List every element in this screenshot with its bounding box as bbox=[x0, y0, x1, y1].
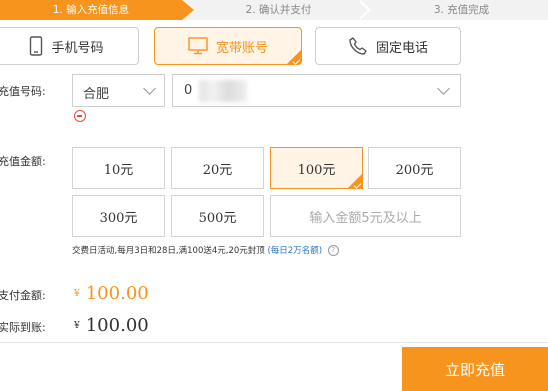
recharge-amount-label: 充值金额: bbox=[0, 155, 46, 168]
tab-fixed-label: 固定电话 bbox=[375, 40, 428, 56]
promo-text: 交费日活动,每月3日和28日,满100送4元,20元封顶 (每日2万名额) ? bbox=[72, 244, 339, 256]
amount-option-500[interactable]: 500元 bbox=[171, 195, 264, 237]
city-select[interactable]: 合肥 bbox=[72, 74, 165, 107]
step-complete: 3. 充值完成 bbox=[433, 4, 490, 16]
account-number-input[interactable]: 0 bbox=[172, 74, 461, 107]
amount-option-200[interactable]: 200元 bbox=[368, 147, 461, 189]
progress-steps: 1. 输入充值信息 2. 确认并支付 3. 充值完成 bbox=[0, 0, 548, 20]
account-value: 0 bbox=[184, 83, 193, 98]
actual-amount-value: ¥100.00 bbox=[74, 315, 149, 336]
chevron-down-icon bbox=[437, 82, 450, 95]
actual-amount-number: 100.00 bbox=[85, 315, 149, 336]
monitor-icon bbox=[188, 37, 208, 55]
blurred-account-digits bbox=[199, 80, 247, 102]
tab-broadband-label: 宽带账号 bbox=[215, 40, 268, 56]
promo-quota-link[interactable]: (每日2万名额) bbox=[267, 246, 322, 256]
amount-option-300[interactable]: 300元 bbox=[72, 195, 165, 237]
chevron-down-icon bbox=[143, 82, 156, 95]
amount-option-10[interactable]: 10元 bbox=[72, 147, 165, 189]
step-input-info: 1. 输入充值信息 bbox=[0, 0, 182, 20]
amount-option-20[interactable]: 20元 bbox=[171, 147, 264, 189]
pay-amount-label: 支付金额: bbox=[0, 289, 46, 302]
footer-divider bbox=[0, 342, 548, 343]
currency-symbol: ¥ bbox=[74, 288, 80, 299]
selected-corner-check-icon bbox=[287, 50, 301, 65]
mobile-phone-icon bbox=[29, 36, 43, 56]
recharge-number-label: 充值号码: bbox=[0, 85, 46, 98]
selected-corner-check-icon bbox=[348, 174, 362, 189]
tab-fixed-line[interactable]: 固定电话 bbox=[315, 27, 461, 65]
promo-description: 交费日活动,每月3日和28日,满100送4元,20元封顶 bbox=[72, 246, 265, 256]
tab-mobile-number[interactable]: 手机号码 bbox=[0, 27, 139, 65]
pay-amount-value: ¥100.00 bbox=[74, 283, 149, 304]
currency-symbol: ¥ bbox=[74, 320, 80, 331]
amount-option-100[interactable]: 100元 bbox=[270, 147, 363, 189]
help-icon[interactable]: ? bbox=[327, 245, 339, 256]
pay-amount-number: 100.00 bbox=[85, 283, 149, 304]
custom-amount-input[interactable]: 输入金额5元及以上 bbox=[270, 195, 461, 237]
telephone-icon bbox=[348, 36, 368, 56]
step-arrow bbox=[182, 0, 194, 20]
recharge-now-button[interactable]: 立即充值 bbox=[402, 347, 548, 391]
amount-option-100-label: 100元 bbox=[297, 162, 336, 178]
error-minus-icon bbox=[74, 110, 86, 122]
step-confirm-pay: 2. 确认并支付 bbox=[245, 4, 312, 16]
tab-mobile-label: 手机号码 bbox=[51, 40, 104, 56]
actual-amount-label: 实际到账: bbox=[0, 321, 46, 334]
city-value: 合肥 bbox=[83, 87, 110, 102]
tab-broadband-account[interactable]: 宽带账号 bbox=[154, 27, 302, 65]
